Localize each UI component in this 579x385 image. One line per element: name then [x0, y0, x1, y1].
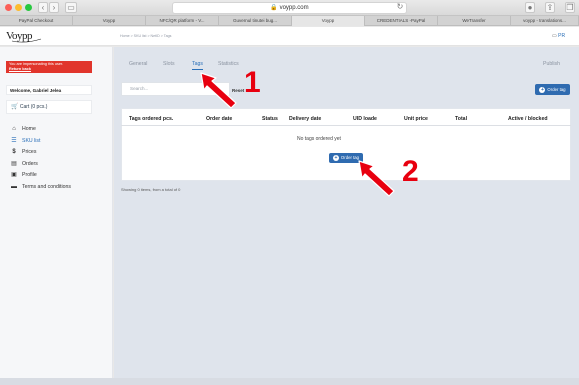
sidebar-item-label: Prices — [22, 149, 37, 156]
welcome-box: Welcome, Gabriel Jelea — [6, 85, 92, 95]
profile-icon: ▣ — [11, 172, 17, 179]
dollar-icon: $ — [12, 149, 16, 156]
column-header: Unit price — [404, 116, 428, 122]
tab-slots[interactable]: Slots — [163, 61, 175, 67]
browser-tab[interactable]: WeTransfer — [438, 16, 511, 26]
minimize-window-icon[interactable] — [15, 4, 22, 11]
tab-general[interactable]: General — [129, 61, 147, 67]
header-icons: ▭ PR — [552, 33, 565, 39]
cart-label: Cart (0 pcs.) — [19, 104, 48, 110]
orders-icon: ▤ — [11, 160, 17, 167]
publish-button[interactable]: Publish — [543, 61, 560, 67]
column-header: Order date — [206, 116, 233, 122]
forward-button[interactable]: › — [49, 2, 59, 13]
voypp-logo[interactable]: Voypp — [5, 29, 45, 43]
sidebar-item-prices[interactable]: $ Prices — [3, 147, 111, 159]
sidebar-item-label: Home — [22, 126, 36, 132]
impersonation-banner: You are impersonating this user. Return … — [6, 61, 92, 73]
sidebar-item-orders[interactable]: ▤ Orders — [3, 159, 111, 171]
sidebar-item-label: Profile — [22, 172, 37, 179]
browser-tab[interactable]: PayPal Checkout — [0, 16, 73, 26]
annotation-number-1: 1 — [244, 66, 261, 99]
sidebar-toggle-icon[interactable]: ▭ — [65, 2, 77, 13]
column-header: Total — [455, 116, 468, 122]
empty-state-text: No tags ordered yet — [297, 136, 341, 142]
main-content — [114, 47, 579, 385]
screen-icon[interactable]: ▭ — [552, 33, 557, 39]
plus-icon: + — [332, 154, 339, 161]
column-header: Tags ordered pcs. — [129, 116, 174, 122]
browser-tab[interactable]: Voypp — [73, 16, 146, 26]
browser-tab[interactable]: NFC/QR platform - V... — [146, 16, 219, 26]
list-icon: ☰ — [11, 137, 17, 144]
browser-tab[interactable]: Guvernul tinutei bug... — [219, 16, 292, 26]
column-header: Active / blocked — [508, 116, 548, 122]
browser-titlebar: ‹ › ▭ 🔒 voypp.com ↻ ● ⇪ ❐ — [0, 0, 579, 16]
close-window-icon[interactable] — [5, 4, 12, 11]
order-tag-label: Order tag — [547, 87, 566, 92]
tags-table-card — [121, 108, 571, 181]
column-header: UID loade — [353, 116, 377, 122]
sidebar-item-profile[interactable]: ▣ Profile — [3, 170, 111, 182]
cart-button[interactable]: 🛒 Cart (0 pcs.) — [6, 100, 92, 114]
zoom-window-icon[interactable] — [25, 4, 32, 11]
language-icon[interactable]: PR — [558, 33, 565, 39]
cart-icon: 🛒 — [11, 104, 19, 110]
home-icon: ⌂ — [12, 126, 16, 132]
browser-tab-bar: PayPal Checkout Voypp NFC/QR platform - … — [0, 16, 579, 26]
browser-tab[interactable]: voypp - translations... — [511, 16, 579, 26]
annotation-number-2: 2 — [402, 155, 419, 188]
sidebar-item-label: SKU list — [22, 137, 41, 144]
welcome-text: Welcome, Gabriel Jelea — [10, 88, 62, 93]
sidebar-item-sku-list[interactable]: ☰ SKU list — [3, 136, 111, 148]
downloads-icon[interactable]: ● — [525, 2, 535, 13]
return-back-link[interactable]: Return back — [9, 67, 89, 72]
sidebar-item-label: Orders — [22, 160, 38, 167]
browser-tab-active[interactable]: Voypp — [292, 16, 365, 26]
address-bar[interactable]: 🔒 voypp.com — [172, 2, 407, 14]
svg-text:Voypp: Voypp — [6, 30, 33, 42]
column-header: Delivery date — [289, 116, 322, 122]
share-icon[interactable]: ⇪ — [545, 2, 555, 13]
url-text: voypp.com — [279, 5, 309, 11]
sidebar-item-home[interactable]: ⌂ Home — [3, 124, 111, 136]
pagination-summary: Showing 0 items, from a total of 0 — [121, 187, 181, 192]
browser-tab[interactable]: CREDENTIALS -PayPal — [365, 16, 438, 26]
order-tag-button-top[interactable]: + Order tag — [535, 84, 570, 95]
tabs-overview-icon[interactable]: ❐ — [565, 2, 575, 13]
sidebar — [0, 47, 113, 385]
back-button[interactable]: ‹ — [38, 2, 48, 13]
table-divider — [121, 125, 571, 126]
breadcrumb: Home > SKU list > NetID > Tags — [120, 34, 172, 38]
bottom-strip — [0, 378, 579, 385]
column-header: Status — [262, 116, 278, 122]
sidebar-menu: ⌂ Home ☰ SKU list $ Prices ▤ Orders ▣ Profile… — [3, 124, 111, 194]
reload-icon[interactable]: ↻ — [395, 2, 405, 13]
lock-icon: 🔒 — [270, 5, 278, 11]
sidebar-item-label: Terms and conditions — [22, 183, 72, 190]
terms-icon: ▬ — [11, 183, 17, 190]
plus-icon: + — [539, 86, 546, 93]
app-header — [0, 27, 579, 46]
sidebar-item-terms[interactable]: ▬ Terms and conditions — [3, 182, 111, 194]
